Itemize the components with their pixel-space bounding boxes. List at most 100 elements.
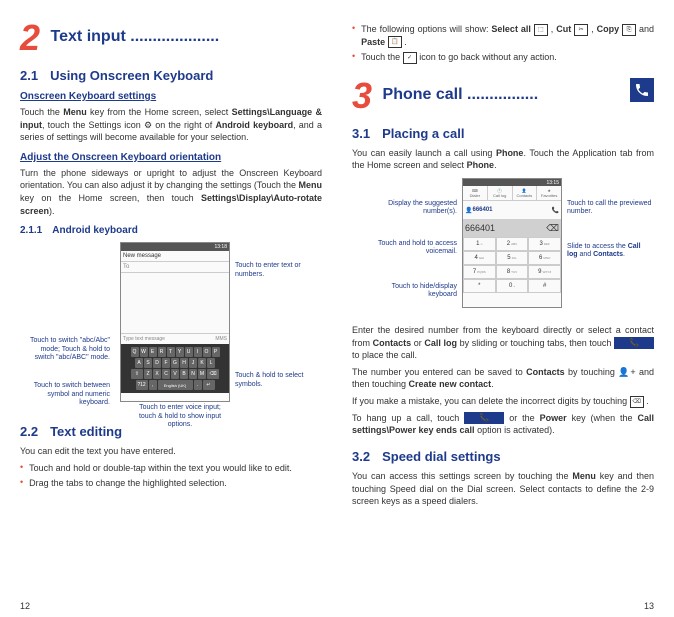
kb-to-field[interactable]: To: [121, 262, 229, 273]
para-kb-settings: Touch the Menu key from the Home screen,…: [20, 106, 322, 144]
dial-key-0[interactable]: 0+: [496, 279, 529, 293]
callout-voice: Touch to enter voice input; touch & hold…: [130, 404, 230, 429]
callout-enter-text: Touch to enter text or numbers.: [235, 262, 325, 279]
kb-key[interactable]: G: [171, 358, 179, 368]
subsection-kb-orient: Adjust the Onscreen Keyboard orientation: [20, 152, 322, 163]
section-2-1-1: 2.1.1Android keyboard: [20, 225, 322, 236]
kb-key[interactable]: Z: [144, 369, 152, 379]
kb-key[interactable]: F: [162, 358, 170, 368]
callout-slide: Slide to access the Call log and Contact…: [567, 243, 652, 260]
page-13: •The following options will show: Select…: [337, 0, 674, 617]
section-2-1: 2.1Using Onscreen Keyboard: [20, 68, 322, 83]
dial-key-8[interactable]: 8TUV: [496, 265, 529, 279]
kb-comma-key[interactable]: ,: [149, 380, 157, 390]
keyboard-screenshot: 13:18 New message To Type text message M…: [120, 242, 230, 402]
kb-key[interactable]: K: [198, 358, 206, 368]
dial-pad: 1∞ 2ABC 3DEF 4GHI 5JKL 6MNO 7PQRS 8TUV 9…: [463, 237, 561, 293]
gear-icon: ⚙: [144, 120, 152, 130]
para-save-contact: The number you entered can be saved to C…: [352, 366, 654, 391]
dial-entry: 666401 ⌫: [463, 219, 561, 237]
keyboard-figure: 13:18 New message To Type text message M…: [20, 242, 322, 412]
kb-key[interactable]: D: [153, 358, 161, 368]
copy-icon: ⎘: [622, 24, 636, 36]
bullet-edit-2: •Drag the tabs to change the highlighted…: [20, 477, 322, 490]
dial-key-3[interactable]: 3DEF: [528, 237, 561, 251]
kb-del-key[interactable]: ⌫: [207, 369, 219, 379]
kb-key[interactable]: N: [189, 369, 197, 379]
kb-period-key[interactable]: .: [194, 380, 202, 390]
kb-key[interactable]: Y: [176, 347, 184, 357]
chapter-title: Text input ....................: [51, 28, 220, 46]
page-12: 2 Text input .................... 2.1Usi…: [0, 0, 337, 617]
kb-keyboard[interactable]: Q W E R T Y U I O P A S D F G H: [121, 344, 229, 393]
dial-key-1[interactable]: 1∞: [463, 237, 496, 251]
para-speed-dial: You can access this settings screen by t…: [352, 470, 654, 508]
callout-switch-num: Touch to switch between symbol and numer…: [20, 382, 110, 407]
dialer-figure: 13:15 ⌨Dialer 🕐Call log 👤Contacts ★Favor…: [352, 178, 654, 318]
kb-key[interactable]: Q: [131, 347, 139, 357]
tab-favorites[interactable]: ★Favorites: [537, 186, 561, 200]
bullet-options: •The following options will show: Select…: [352, 23, 654, 48]
para-enter-number: Enter the desired number from the keyboa…: [352, 324, 654, 362]
dial-key-4[interactable]: 4GHI: [463, 251, 496, 265]
dial-key-6[interactable]: 6MNO: [528, 251, 561, 265]
call-button-icon: 📞: [614, 337, 654, 349]
tab-dialer[interactable]: ⌨Dialer: [463, 186, 488, 200]
kb-key[interactable]: C: [162, 369, 170, 379]
kb-key[interactable]: B: [180, 369, 188, 379]
dial-suggestion[interactable]: 👤 666401📞: [463, 201, 561, 219]
dial-key-hash[interactable]: #: [528, 279, 561, 293]
callout-call-preview: Touch to call the previewed number.: [567, 200, 652, 217]
callout-voicemail: Touch and hold to access voicemail.: [372, 240, 457, 257]
kb-key[interactable]: R: [158, 347, 166, 357]
bullet-back: •Touch the ✓ icon to go back without any…: [352, 51, 654, 64]
chapter-title-3: Phone call ................: [383, 86, 539, 104]
paste-icon: 📋: [388, 36, 402, 48]
kb-key[interactable]: T: [167, 347, 175, 357]
callout-hide-kb: Touch to hide/display keyboard: [372, 283, 457, 300]
kb-key[interactable]: I: [194, 347, 202, 357]
tab-call-log[interactable]: 🕐Call log: [488, 186, 513, 200]
phone-chapter-icon: [630, 78, 654, 102]
kb-key[interactable]: U: [185, 347, 193, 357]
para-placing-call: You can easily launch a call using Phone…: [352, 147, 654, 172]
kb-key[interactable]: X: [153, 369, 161, 379]
chapter-number: 2: [20, 20, 40, 56]
para-hang-up: To hang up a call, touch 📞 or the Power …: [352, 412, 654, 437]
dial-key-5[interactable]: 5JKL: [496, 251, 529, 265]
kb-key[interactable]: S: [144, 358, 152, 368]
kb-space-key[interactable]: English (UK): [158, 380, 193, 390]
chapter-number-3: 3: [352, 78, 372, 114]
kb-key[interactable]: O: [203, 347, 211, 357]
dial-key-2[interactable]: 2ABC: [496, 237, 529, 251]
kb-key[interactable]: M: [198, 369, 206, 379]
kb-key[interactable]: P: [212, 347, 220, 357]
callout-symbols: Touch & hold to select symbols.: [235, 372, 325, 389]
check-icon: ✓: [403, 52, 417, 64]
section-3-2: 3.2Speed dial settings: [352, 449, 654, 464]
kb-numeric-key[interactable]: ?12: [136, 380, 148, 390]
kb-enter-key[interactable]: ↵: [203, 380, 215, 390]
callout-switch-abc: Touch to switch "abc/Abc" mode; Touch & …: [20, 337, 110, 362]
kb-key[interactable]: H: [180, 358, 188, 368]
dial-key-7[interactable]: 7PQRS: [463, 265, 496, 279]
kb-key[interactable]: V: [171, 369, 179, 379]
kb-text-field[interactable]: Type text message MMS: [121, 333, 229, 344]
kb-key[interactable]: W: [140, 347, 148, 357]
subsection-kb-settings: Onscreen Keyboard settings: [20, 91, 322, 102]
dial-key-star[interactable]: *: [463, 279, 496, 293]
kb-key[interactable]: E: [149, 347, 157, 357]
kb-key[interactable]: A: [135, 358, 143, 368]
select-all-icon: ⬚: [534, 24, 548, 36]
kb-key[interactable]: J: [189, 358, 197, 368]
tab-contacts[interactable]: 👤Contacts: [513, 186, 538, 200]
kb-key[interactable]: L: [207, 358, 215, 368]
kb-shift-key[interactable]: ⇧: [131, 369, 143, 379]
para-edit-intro: You can edit the text you have entered.: [20, 445, 322, 458]
backspace-icon[interactable]: ⌫: [546, 223, 559, 234]
dial-key-9[interactable]: 9WXYZ: [528, 265, 561, 279]
delete-icon: ⌫: [630, 396, 644, 408]
dialer-screenshot: 13:15 ⌨Dialer 🕐Call log 👤Contacts ★Favor…: [462, 178, 562, 308]
kb-app-title: New message: [121, 251, 229, 262]
hangup-button-icon: 📞: [464, 412, 504, 424]
